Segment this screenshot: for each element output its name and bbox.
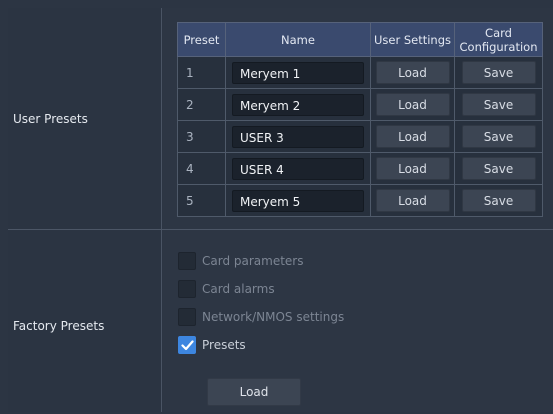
load-button[interactable]: Load [375,93,450,116]
card-config-cell: Save [454,152,543,185]
preset-name-input[interactable]: Meryem 2 [232,93,364,116]
load-button[interactable]: Load [375,61,450,84]
name-cell: USER 4 [225,152,371,185]
card-config-cell: Save [454,88,543,121]
table-header-row: Preset Name User Settings Card Configura… [177,22,543,57]
left-label-column [8,8,162,412]
section-divider [8,229,553,230]
preset-name-input[interactable]: Meryem 1 [232,61,364,84]
column-header-card-configuration: Card Configuration [454,22,543,57]
option-presets[interactable]: Presets [178,336,246,354]
user-presets-table: Preset Name User Settings Card Configura… [177,22,543,217]
card-config-cell: Save [454,120,543,153]
name-cell: Meryem 1 [225,56,371,89]
preset-number: 4 [177,152,226,185]
option-card-alarms[interactable]: Card alarms [178,280,275,298]
user-settings-cell: Load [370,184,455,217]
user-settings-cell: Load [370,152,455,185]
name-cell: Meryem 2 [225,88,371,121]
user-settings-cell: Load [370,88,455,121]
column-header-user-settings: User Settings [370,22,455,57]
user-settings-cell: Load [370,120,455,153]
table-row: 1 Meryem 1 Load Save [177,56,543,89]
name-cell: Meryem 5 [225,184,371,217]
preset-name-input[interactable]: USER 4 [232,157,364,180]
user-presets-label: User Presets [13,112,88,126]
preset-name-input[interactable]: Meryem 5 [232,189,364,212]
load-button[interactable]: Load [375,189,450,212]
column-header-preset: Preset [177,22,226,57]
card-configuration-line2: Configuration [459,39,538,54]
option-label: Card parameters [202,254,304,268]
option-label: Presets [202,338,246,352]
save-button[interactable]: Save [461,61,536,84]
name-cell: USER 3 [225,120,371,153]
checkbox-card-parameters[interactable] [178,252,196,270]
table-row: 3 USER 3 Load Save [177,120,543,153]
card-config-cell: Save [454,184,543,217]
checkbox-presets[interactable] [178,336,196,354]
preset-number: 2 [177,88,226,121]
preset-number: 3 [177,120,226,153]
load-button[interactable]: Load [375,157,450,180]
user-settings-cell: Load [370,56,455,89]
preset-name-input[interactable]: USER 3 [232,125,364,148]
option-card-parameters[interactable]: Card parameters [178,252,304,270]
preset-number: 5 [177,184,226,217]
checkbox-network-nmos-settings[interactable] [178,308,196,326]
option-network-nmos-settings[interactable]: Network/NMOS settings [178,308,344,326]
load-button[interactable]: Load [375,125,450,148]
table-row: 2 Meryem 2 Load Save [177,88,543,121]
table-row: 4 USER 4 Load Save [177,152,543,185]
save-button[interactable]: Save [461,189,536,212]
option-label: Network/NMOS settings [202,310,345,324]
save-button[interactable]: Save [461,93,536,116]
option-label: Card alarms [202,282,275,296]
card-configuration-line1: Card [485,25,512,40]
presets-panel: User Presets Factory Presets Preset Name… [0,0,553,414]
column-header-name: Name [225,22,371,57]
factory-presets-label: Factory Presets [13,319,105,333]
checkbox-card-alarms[interactable] [178,280,196,298]
preset-number: 1 [177,56,226,89]
save-button[interactable]: Save [461,125,536,148]
table-row: 5 Meryem 5 Load Save [177,184,543,217]
card-config-cell: Save [454,56,543,89]
save-button[interactable]: Save [461,157,536,180]
checkmark-icon [180,339,194,350]
factory-load-button[interactable]: Load [207,378,301,406]
